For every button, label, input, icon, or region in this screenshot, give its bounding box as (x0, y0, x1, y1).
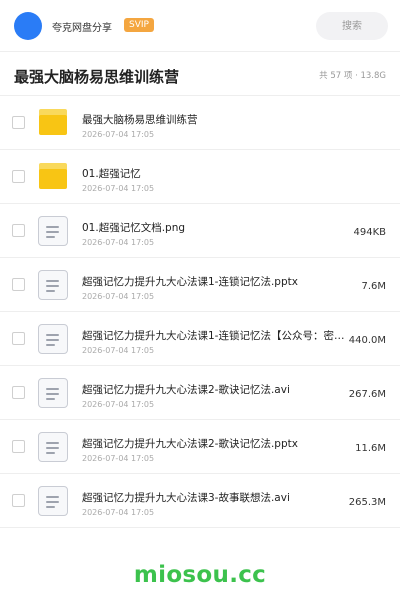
top-bar: 夸克网盘分享 SVIP (0, 0, 400, 52)
file-row[interactable]: 01.超强记忆 2026-07-04 17:05 (0, 150, 400, 204)
file-row[interactable]: 超强记忆力提升九大心法课3-故事联想法.avi 2026-07-04 17:05 2… (0, 474, 400, 528)
folder-summary: 共 57 项 · 13.8G (319, 71, 386, 81)
file-name[interactable]: 最强大脑杨易思维训练营 (82, 112, 198, 127)
file-date: 2026-07-04 17:05 (82, 292, 155, 301)
file-size: 265.3M (348, 497, 386, 508)
document-icon (38, 270, 68, 300)
document-icon (38, 378, 68, 408)
file-name[interactable]: 超强记忆力提升九大心法课1-连锁记忆法【公众号：密… (82, 328, 344, 343)
search-input[interactable] (316, 12, 388, 40)
file-name[interactable]: 01.超强记忆 (82, 166, 141, 181)
vip-badge: SVIP (124, 18, 154, 32)
file-name[interactable]: 超强记忆力提升九大心法课1-连锁记忆法.pptx (82, 274, 298, 289)
select-checkbox[interactable] (12, 440, 25, 453)
file-date: 2026-07-04 17:05 (82, 238, 155, 247)
folder-icon (38, 108, 68, 138)
folder-icon (38, 162, 68, 192)
file-row[interactable]: 01.超强记忆文档.png 2026-07-04 17:05 494KB (0, 204, 400, 258)
file-row[interactable]: 超强记忆力提升九大心法课2-歌诀记忆法.avi 2026-07-04 17:05 2… (0, 366, 400, 420)
page-title: 最强大脑杨易思维训练营 (14, 68, 180, 86)
select-checkbox[interactable] (12, 386, 25, 399)
select-checkbox[interactable] (12, 494, 25, 507)
search-box[interactable] (316, 12, 388, 40)
user-name: 夸克网盘分享 (52, 23, 112, 34)
file-name[interactable]: 超强记忆力提升九大心法课2-歌诀记忆法.avi (82, 382, 290, 397)
file-size: 440.0M (348, 335, 386, 346)
file-size: 7.6M (361, 281, 386, 292)
file-row[interactable]: 超强记忆力提升九大心法课2-歌诀记忆法.pptx 2026-07-04 17:05… (0, 420, 400, 474)
file-date: 2026-07-04 17:05 (82, 400, 155, 409)
watermark: miosou.cc (133, 562, 267, 588)
file-size: 11.6M (355, 443, 386, 454)
file-row[interactable]: 超强记忆力提升九大心法课1-连锁记忆法【公众号：密… 2026-07-04 17:… (0, 312, 400, 366)
document-icon (38, 432, 68, 462)
file-date: 2026-07-04 17:05 (82, 130, 155, 139)
file-name[interactable]: 01.超强记忆文档.png (82, 220, 185, 235)
file-list: 最强大脑杨易思维训练营 2026-07-04 17:05 01.超强记忆 2026-0… (0, 96, 400, 528)
select-checkbox[interactable] (12, 278, 25, 291)
select-checkbox[interactable] (12, 170, 25, 183)
folder-header: 最强大脑杨易思维训练营 共 57 项 · 13.8G (0, 52, 400, 96)
file-date: 2026-07-04 17:05 (82, 508, 155, 517)
avatar[interactable] (14, 12, 42, 40)
file-date: 2026-07-04 17:05 (82, 454, 155, 463)
file-date: 2026-07-04 17:05 (82, 184, 155, 193)
document-icon (38, 216, 68, 246)
file-size: 267.6M (348, 389, 386, 400)
select-checkbox[interactable] (12, 116, 25, 129)
file-name[interactable]: 超强记忆力提升九大心法课2-歌诀记忆法.pptx (82, 436, 298, 451)
file-row[interactable]: 超强记忆力提升九大心法课1-连锁记忆法.pptx 2026-07-04 17:05… (0, 258, 400, 312)
select-checkbox[interactable] (12, 224, 25, 237)
document-icon (38, 486, 68, 516)
file-size: 494KB (353, 227, 386, 238)
file-row[interactable]: 最强大脑杨易思维训练营 2026-07-04 17:05 (0, 96, 400, 150)
file-name[interactable]: 超强记忆力提升九大心法课3-故事联想法.avi (82, 490, 290, 505)
document-icon (38, 324, 68, 354)
select-checkbox[interactable] (12, 332, 25, 345)
file-date: 2026-07-04 17:05 (82, 346, 155, 355)
